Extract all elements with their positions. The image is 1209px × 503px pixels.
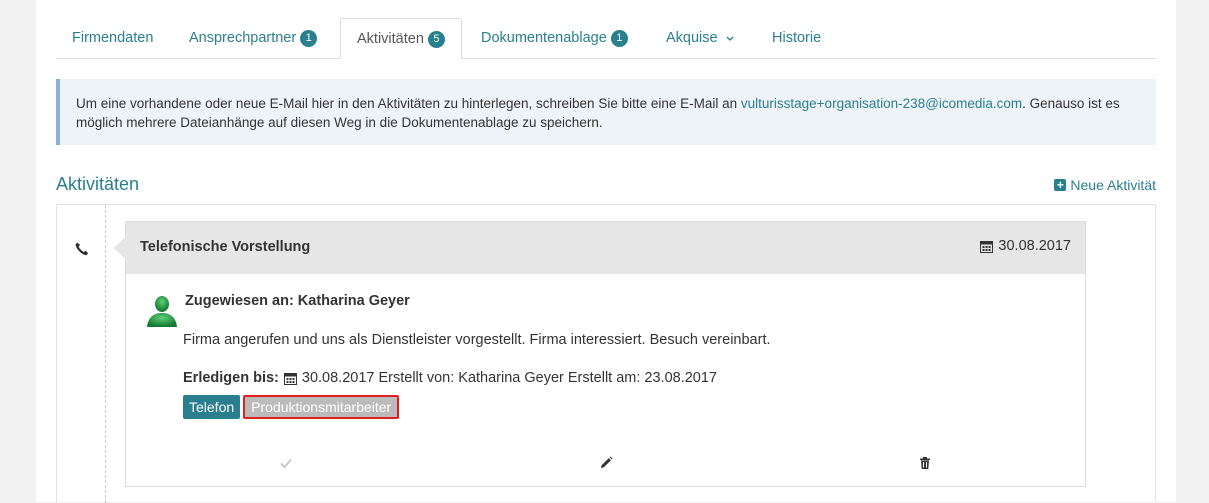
tab-bar: Firmendaten Ansprechpartner 1 Aktivitäten… [56, 18, 1156, 59]
tag-telefon: Telefon [183, 395, 241, 419]
tab-label: Dokumentenablage [481, 30, 607, 46]
new-activity-label: Neue Aktivität [1070, 177, 1156, 193]
activity-description: Firma angerufen und uns als Dienstleiste… [183, 332, 771, 348]
section-title: Aktivitäten [56, 174, 140, 194]
calendar-icon [283, 372, 297, 385]
activity-timeline: Telefonische Vorstellung 30.08.2017 Zuge… [56, 204, 1156, 503]
user-avatar-icon [147, 296, 177, 327]
trash-icon[interactable] [918, 456, 932, 470]
tab-firmendaten[interactable]: Firmendaten [56, 18, 169, 59]
info-box: Um eine vorhandene oder neue E-Mail hier… [56, 79, 1156, 145]
tag-list: Telefon Produktionsmitarbeiter [183, 395, 400, 419]
count-badge: 1 [610, 30, 628, 47]
tab-label: Akquise [666, 30, 718, 46]
tab-historie[interactable]: Historie [756, 18, 837, 59]
plus-square-icon: + [1054, 179, 1067, 191]
tab-label: Aktivitäten [357, 31, 424, 47]
count-badge: 1 [300, 30, 318, 47]
assigned-to: Zugewiesen an: Katharina Geyer [185, 293, 410, 309]
tab-aktivitaeten[interactable]: Aktivitäten 5 [340, 18, 462, 59]
due-meta-text: 30.08.2017 Erstellt von: Katharina Geyer… [301, 370, 717, 386]
calendar-icon [980, 240, 994, 253]
activity-header: Telefonische Vorstellung 30.08.2017 [114, 222, 1085, 274]
new-activity-button[interactable]: + Neue Aktivität [1054, 177, 1156, 193]
activity-meta: Erledigen bis: 30.08.2017 Erstellt von: … [183, 370, 717, 386]
email-link[interactable]: vulturisstage+organisation-238@icomedia.… [741, 96, 1022, 111]
activity-actions [126, 456, 1085, 476]
tab-dokumentenablage[interactable]: Dokumentenablage 1 [465, 18, 644, 59]
chevron-down-icon [726, 20, 734, 60]
check-icon[interactable] [279, 456, 293, 470]
due-label: Erledigen bis: [183, 370, 279, 386]
timeline-line [105, 205, 106, 503]
count-badge: 5 [427, 31, 445, 48]
tab-akquise[interactable]: Akquise [650, 18, 750, 59]
tab-label: Ansprechpartner [189, 30, 297, 46]
activity-date-text: 30.08.2017 [998, 238, 1071, 254]
phone-icon [75, 242, 89, 256]
activity-card: Telefonische Vorstellung 30.08.2017 Zuge… [114, 221, 1086, 487]
activity-date: 30.08.2017 [980, 238, 1071, 254]
page: Firmendaten Ansprechpartner 1 Aktivitäten… [36, 0, 1176, 503]
tab-ansprechpartner[interactable]: Ansprechpartner 1 [173, 18, 333, 59]
info-text: Um eine vorhandene oder neue E-Mail hier… [76, 96, 741, 111]
tab-label: Historie [772, 30, 822, 46]
tag-produktionsmitarbeiter: Produktionsmitarbeiter [243, 395, 400, 419]
activity-title: Telefonische Vorstellung [140, 239, 311, 255]
pencil-icon[interactable] [599, 456, 613, 470]
tab-label: Firmendaten [72, 30, 154, 46]
